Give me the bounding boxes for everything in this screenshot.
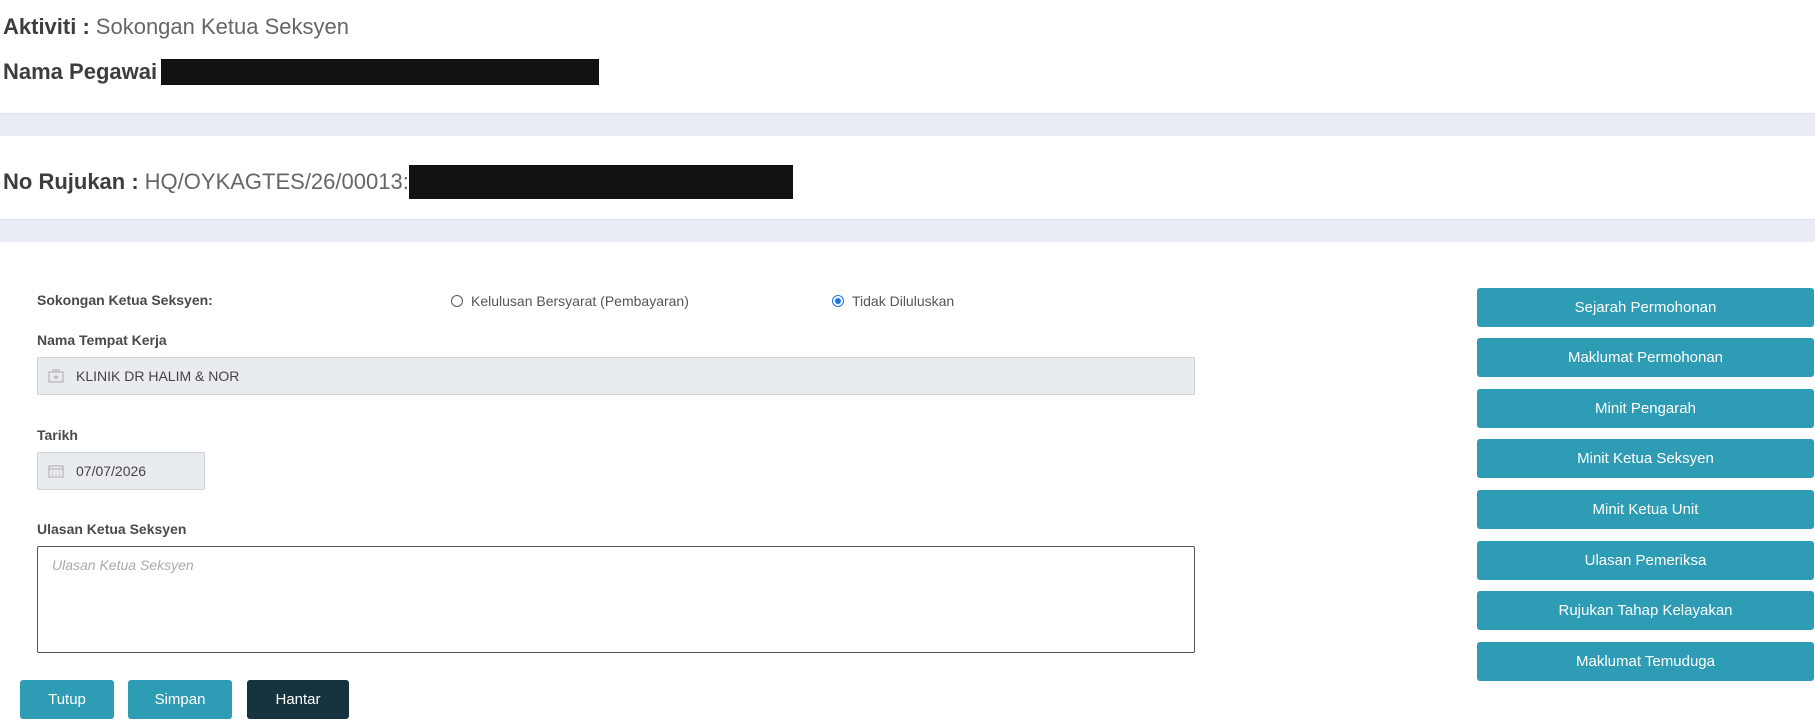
workplace-value: KLINIK DR HALIM & NOR xyxy=(76,368,240,384)
date-value: 07/07/2026 xyxy=(76,463,147,479)
activity-label: Aktiviti : xyxy=(3,14,90,39)
side-button-eligibility-reference[interactable]: Rujukan Tahap Kelayakan xyxy=(1477,591,1814,630)
side-button-inspector-review[interactable]: Ulasan Pemeriksa xyxy=(1477,541,1814,580)
comment-placeholder: Ulasan Ketua Seksyen xyxy=(52,557,194,573)
comment-textarea[interactable]: Ulasan Ketua Seksyen xyxy=(37,546,1195,653)
officer-label: Nama Pegawai xyxy=(3,59,158,84)
separator-band xyxy=(0,113,1815,136)
comment-label: Ulasan Ketua Seksyen xyxy=(37,521,187,537)
close-button[interactable]: Tutup xyxy=(20,680,114,719)
date-field[interactable]: 07/07/2026 xyxy=(37,452,205,490)
calendar-icon xyxy=(48,465,64,478)
side-button-interview-info[interactable]: Maklumat Temuduga xyxy=(1477,642,1814,681)
reference-line: No Rujukan : HQ/OYKAGTES/26/00013: xyxy=(3,165,793,199)
side-button-director-minutes[interactable]: Minit Pengarah xyxy=(1477,389,1814,428)
date-label: Tarikh xyxy=(37,427,78,443)
workplace-field[interactable]: KLINIK DR HALIM & NOR xyxy=(37,357,1195,395)
support-label: Sokongan Ketua Seksyen: xyxy=(37,292,213,308)
workplace-label: Nama Tempat Kerja xyxy=(37,332,167,348)
radio-circle[interactable] xyxy=(451,295,463,307)
medical-kit-icon xyxy=(48,369,64,383)
submit-button[interactable]: Hantar xyxy=(247,680,349,719)
activity-line: Aktiviti : Sokongan Ketua Seksyen xyxy=(3,14,349,40)
officer-name-redacted xyxy=(161,59,600,85)
radio-label: Kelulusan Bersyarat (Pembayaran) xyxy=(471,293,689,309)
officer-line: Nama Pegawai xyxy=(3,59,600,85)
side-button-application-history[interactable]: Sejarah Permohonan xyxy=(1477,288,1814,327)
activity-value: Sokongan Ketua Seksyen xyxy=(95,14,349,39)
reference-value: HQ/OYKAGTES/26/00013: xyxy=(144,169,409,194)
side-button-section-head-minutes[interactable]: Minit Ketua Seksyen xyxy=(1477,439,1814,478)
side-button-application-info[interactable]: Maklumat Permohonan xyxy=(1477,338,1814,377)
radio-not-approved[interactable]: Tidak Diluluskan xyxy=(832,293,954,309)
separator-band xyxy=(0,219,1815,242)
radio-label: Tidak Diluluskan xyxy=(852,293,955,309)
applicant-name-redacted xyxy=(408,165,793,199)
radio-conditional-approval[interactable]: Kelulusan Bersyarat (Pembayaran) xyxy=(451,293,689,309)
reference-label: No Rujukan : xyxy=(3,169,139,194)
save-button[interactable]: Simpan xyxy=(128,680,232,719)
radio-circle[interactable] xyxy=(832,295,844,307)
side-button-unit-head-minutes[interactable]: Minit Ketua Unit xyxy=(1477,490,1814,529)
